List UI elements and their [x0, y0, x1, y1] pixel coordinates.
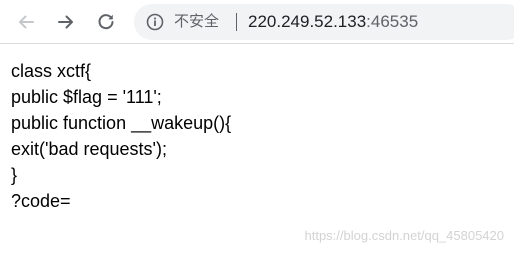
source-line: }	[11, 165, 18, 185]
security-label[interactable]: 不安全	[174, 12, 219, 32]
source-line: exit('bad requests');	[11, 139, 167, 159]
url-text[interactable]: 220.249.52.133:46535	[248, 11, 418, 33]
source-line: ?code=	[11, 191, 71, 211]
page-content: class xctf{ public $flag = '111'; public…	[11, 58, 231, 214]
arrow-left-icon	[19, 15, 34, 29]
forward-button[interactable]	[52, 8, 80, 36]
reload-button[interactable]	[92, 8, 120, 36]
source-line: public $flag = '111';	[11, 87, 162, 107]
source-line: public function __wakeup(){	[11, 113, 232, 133]
url-host: 220.249.52.133	[248, 12, 367, 31]
back-button[interactable]	[12, 8, 40, 36]
watermark: https://blog.csdn.net/qq_45805420	[304, 228, 505, 243]
url-port: :46535	[366, 12, 419, 31]
reload-icon	[98, 14, 114, 30]
info-icon[interactable]	[146, 13, 164, 31]
address-bar[interactable]: 不安全 220.249.52.133:46535	[134, 4, 514, 40]
omnibox-divider	[236, 13, 237, 31]
arrow-right-icon	[58, 15, 73, 29]
browser-toolbar: 不安全 220.249.52.133:46535	[0, 0, 514, 44]
source-line: class xctf{	[11, 61, 92, 81]
